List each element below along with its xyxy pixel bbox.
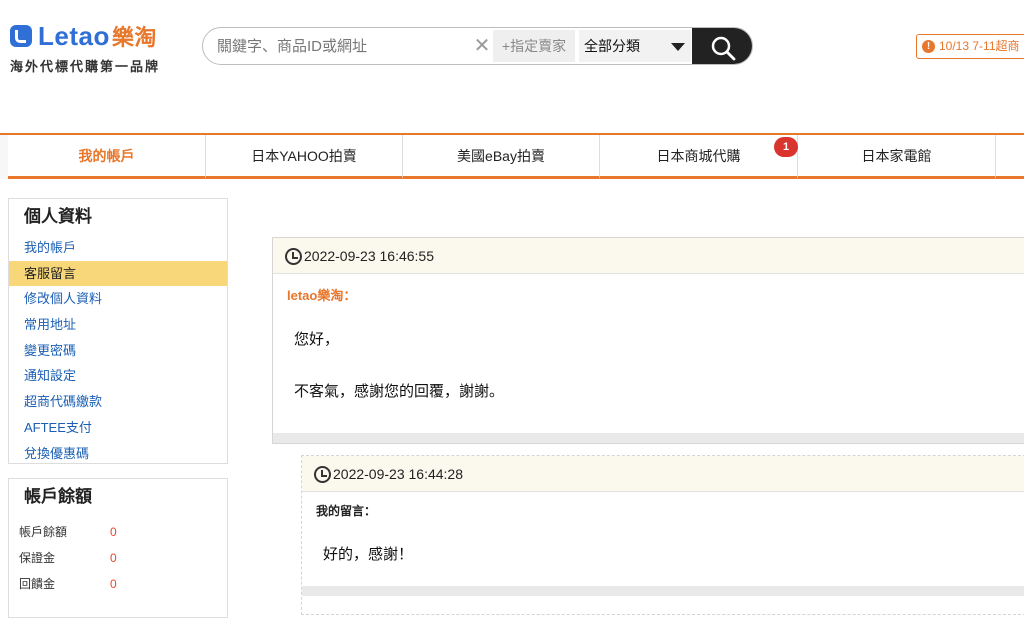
caret-down-icon <box>671 43 685 51</box>
search-icon <box>711 36 736 61</box>
notice-banner[interactable]: ! 10/13 7-11超商 <box>916 34 1024 59</box>
nav-badge: 1 <box>774 137 798 157</box>
sidebar-item-edit-profile[interactable]: 修改個人資料 <box>9 286 227 312</box>
logo-slogan: 海外代標代購第一品牌 <box>10 59 161 74</box>
rebate-row: 回饋金 0 <box>9 571 227 597</box>
clock-icon <box>314 466 331 483</box>
tab-my-account[interactable]: 我的帳戶 <box>8 135 206 179</box>
message-line: 您好， <box>294 331 340 348</box>
tab-ebay-auction[interactable]: 美國eBay拍賣 <box>403 135 600 179</box>
sidebar-item-my-account[interactable]: 我的帳戶 <box>9 235 227 261</box>
balance-label: 帳戶餘額 <box>19 525 68 539</box>
sidebar-item-redeem-coupon[interactable]: 兌換優惠碼 <box>9 441 227 467</box>
search-button[interactable] <box>692 28 752 64</box>
logo-text: Letao樂淘 <box>38 21 157 51</box>
message-line: 不客氣，感謝您的回覆，謝謝。 <box>294 383 505 400</box>
message-header: 2022-09-23 16:44:28 <box>302 456 1024 492</box>
profile-panel-title: 個人資料 <box>24 207 92 226</box>
tab-japan-mall[interactable]: 日本商城代購 <box>600 135 798 179</box>
sidebar-item-store-payment[interactable]: 超商代碼繳款 <box>9 389 227 415</box>
rebate-value: 0 <box>110 577 117 591</box>
sidebar-item-support-messages[interactable]: 客服留言 <box>9 260 227 287</box>
sidebar-item-addresses[interactable]: 常用地址 <box>9 312 227 338</box>
message-card: 2022-09-23 16:46:55 letao樂淘： 您好， 不客氣，感謝您… <box>272 237 1024 444</box>
message-author: 我的留言： <box>316 504 377 518</box>
balance-row: 帳戶餘額 0 <box>9 519 227 545</box>
tab-yahoo-auction[interactable]: 日本YAHOO拍賣 <box>206 135 403 179</box>
message-time: 2022-09-23 16:44:28 <box>333 466 463 482</box>
clock-icon <box>285 248 302 265</box>
main-nav: 我的帳戶 日本YAHOO拍賣 美國eBay拍賣 日本商城代購 1 日本家電館 <box>0 133 1024 179</box>
balance-panel: 帳戶餘額 帳戶餘額 0 保證金 0 回饋金 0 <box>8 478 228 618</box>
tab-japan-appliances[interactable]: 日本家電館 <box>798 135 996 179</box>
close-icon[interactable]: ✕ <box>471 34 493 58</box>
category-select-value: 全部分類 <box>584 38 640 54</box>
sidebar-item-notifications[interactable]: 通知設定 <box>9 363 227 389</box>
message-line: 好的，感謝！ <box>323 546 414 563</box>
profile-panel: 個人資料 我的帳戶 客服留言 修改個人資料 常用地址 變更密碼 通知設定 超商代… <box>8 198 228 464</box>
message-card: 2022-09-23 16:44:28 我的留言： 好的，感謝！ <box>301 455 1024 615</box>
deposit-value: 0 <box>110 551 117 565</box>
message-footer <box>302 586 1024 596</box>
category-select[interactable]: 全部分類 <box>579 30 691 62</box>
message-author: letao樂淘： <box>287 288 357 303</box>
notice-text: 10/13 7-11超商 <box>939 39 1020 53</box>
site-header: Letao樂淘 海外代標代購第一品牌 ✕ +指定賣家 全部分類 ! 10/13 … <box>0 0 1024 80</box>
deposit-row: 保證金 0 <box>9 545 227 571</box>
tab-more[interactable] <box>996 135 1024 179</box>
sidebar-item-change-password[interactable]: 變更密碼 <box>9 338 227 364</box>
letao-logo-icon <box>10 25 32 47</box>
deposit-label: 保證金 <box>19 551 56 565</box>
rebate-label: 回饋金 <box>19 577 56 591</box>
message-time: 2022-09-23 16:46:55 <box>304 248 434 264</box>
message-footer <box>273 433 1024 443</box>
message-header: 2022-09-23 16:46:55 <box>273 238 1024 274</box>
balance-panel-title: 帳戶餘額 <box>24 487 92 506</box>
search-input[interactable] <box>217 28 469 64</box>
seller-filter-button[interactable]: +指定賣家 <box>493 30 575 62</box>
sidebar-item-aftee[interactable]: AFTEE支付 <box>9 415 227 441</box>
balance-value: 0 <box>110 525 117 539</box>
search-bar: ✕ +指定賣家 全部分類 <box>202 27 753 65</box>
info-icon: ! <box>922 40 935 53</box>
